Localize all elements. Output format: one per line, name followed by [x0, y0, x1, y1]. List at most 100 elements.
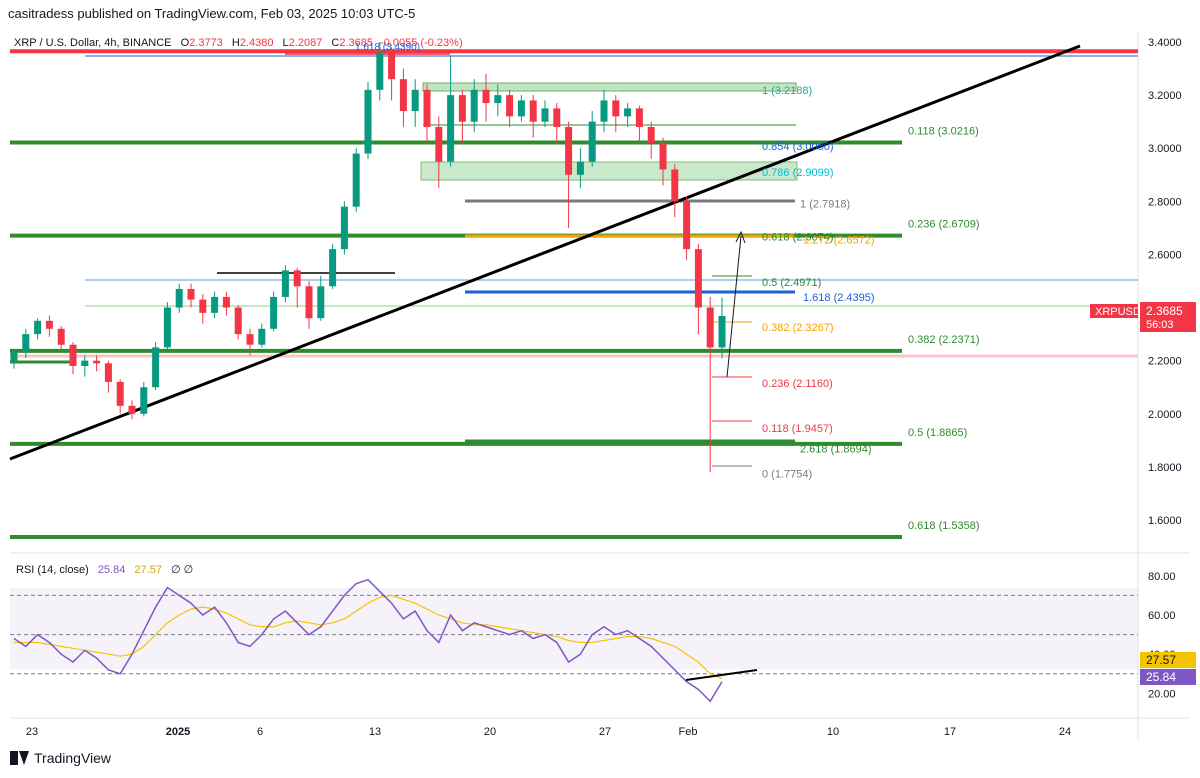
candle-body: [187, 288, 195, 300]
candle-body: [647, 126, 655, 143]
fib-label: 0.5 (2.4971): [762, 277, 821, 289]
candle-body: [399, 79, 407, 112]
price-axis-ticks: 3.40003.20003.00002.80002.60002.40002.20…: [1148, 37, 1182, 527]
time-tick-label: Feb: [679, 726, 698, 738]
level-label: 0.236 (2.6709): [908, 219, 980, 231]
candle-body: [494, 95, 502, 104]
candle-body: [470, 89, 478, 122]
chart-canvas[interactable]: 3.40003.20003.00002.80002.60002.40002.20…: [0, 0, 1200, 778]
candle-body: [140, 387, 148, 414]
candle-body: [317, 286, 325, 319]
candle-body: [45, 320, 53, 329]
candle-body: [671, 169, 679, 202]
time-tick-label: 20: [484, 726, 496, 738]
time-tick-label: 17: [944, 726, 956, 738]
candle-body: [258, 328, 266, 345]
candle-body: [81, 360, 89, 366]
candle-body: [458, 95, 466, 122]
fib-label: 1 (2.7918): [800, 199, 850, 211]
candle-body: [694, 249, 702, 308]
candle-body: [506, 95, 514, 117]
fib-label: 1 (3.2188): [762, 85, 812, 97]
candle-body: [553, 108, 561, 127]
candle-body: [34, 320, 42, 335]
price-tick-label: 2.0000: [1148, 409, 1182, 421]
price-tick-label: 3.4000: [1148, 37, 1182, 49]
top-fib-overlay: 1.618 (3.4390): [355, 42, 420, 53]
candle-body: [222, 296, 230, 308]
tradingview-logo-icon: [10, 751, 29, 765]
level-label: 0.5 (1.8865): [908, 427, 967, 439]
candle-body: [376, 52, 384, 90]
candle-body: [423, 89, 431, 127]
candle-body: [529, 100, 537, 122]
candle-body: [683, 201, 691, 250]
candle-body: [435, 126, 443, 162]
rsi-band: [10, 588, 1138, 669]
time-tick-label: 10: [827, 726, 839, 738]
candle-body: [93, 360, 101, 364]
price-tick-label: 3.2000: [1148, 90, 1182, 102]
tradingview-logo[interactable]: TradingView: [10, 750, 111, 766]
candle-body: [10, 352, 18, 361]
fib-label: 0.786 (2.9099): [762, 167, 834, 179]
rsi-header: RSI (14, close) 25.84 27.57 ∅ ∅: [16, 564, 193, 576]
time-axis-ticks: 23 2025 6 13 20 27 Feb 10 17 24: [26, 726, 1071, 738]
candle-body: [352, 153, 360, 207]
rsi-tag-text: 25.84: [1146, 670, 1176, 684]
candle-body: [565, 126, 573, 175]
candle-body: [612, 100, 620, 117]
symbol-tag-text: XRPUSD: [1095, 306, 1141, 318]
price-tick-label: 3.0000: [1148, 143, 1182, 155]
candle-body: [199, 299, 207, 313]
time-tick-label: 2025: [166, 726, 190, 738]
price-tick-label: 1.8000: [1148, 462, 1182, 474]
candle-body: [411, 89, 419, 112]
level-label: 0.118 (3.0216): [908, 125, 979, 137]
fib-label: 1.272 (2.6572): [803, 234, 875, 246]
candle-body: [340, 206, 348, 250]
tradingview-logo-text: TradingView: [34, 750, 112, 766]
candle-body: [635, 108, 643, 127]
candle-body: [517, 100, 525, 117]
candle-body: [152, 347, 160, 388]
supply-zone-top[interactable]: [422, 82, 797, 92]
candle-body: [706, 307, 714, 348]
rsi-tick-label: 80.00: [1148, 571, 1176, 583]
fib-label: 2.618 (1.8694): [800, 443, 872, 455]
candle-body: [600, 100, 608, 122]
price-tick-label: 2.6000: [1148, 249, 1182, 261]
price-tick-label: 1.6000: [1148, 515, 1182, 527]
candle-body: [388, 52, 396, 80]
candle-body: [305, 286, 313, 319]
fib-label: 0.236 (2.1160): [762, 378, 833, 390]
candle-body: [69, 344, 77, 366]
level-label: 0.382 (2.2371): [908, 334, 980, 346]
candle-body: [541, 108, 549, 122]
fib-label: 0 (1.7754): [762, 468, 812, 480]
price-tick-label: 2.8000: [1148, 196, 1182, 208]
candle-body: [104, 363, 112, 382]
countdown-text: 56:03: [1146, 319, 1174, 331]
level-label: 0.618 (1.5358): [908, 520, 980, 532]
rsi-tick-label: 20.00: [1148, 688, 1176, 700]
candle-body: [270, 296, 278, 329]
time-tick-label: 24: [1059, 726, 1071, 738]
candle-body: [329, 249, 337, 287]
price-tick-label: 2.2000: [1148, 356, 1182, 368]
candle-body: [482, 89, 490, 104]
candle-body: [576, 161, 584, 175]
candle-body: [128, 405, 136, 414]
time-tick-label: 13: [369, 726, 381, 738]
candle-body: [659, 142, 667, 170]
rsi-tick-label: 60.00: [1148, 610, 1176, 622]
candle-body: [116, 381, 124, 406]
candle-body: [57, 328, 65, 345]
last-price-text: 2.3685: [1146, 304, 1183, 318]
candle-body: [281, 270, 289, 297]
candle-body: [364, 89, 372, 154]
candle-body: [718, 315, 726, 348]
candle-body: [447, 95, 455, 162]
candle-body: [211, 296, 219, 313]
candle-body: [624, 108, 632, 117]
